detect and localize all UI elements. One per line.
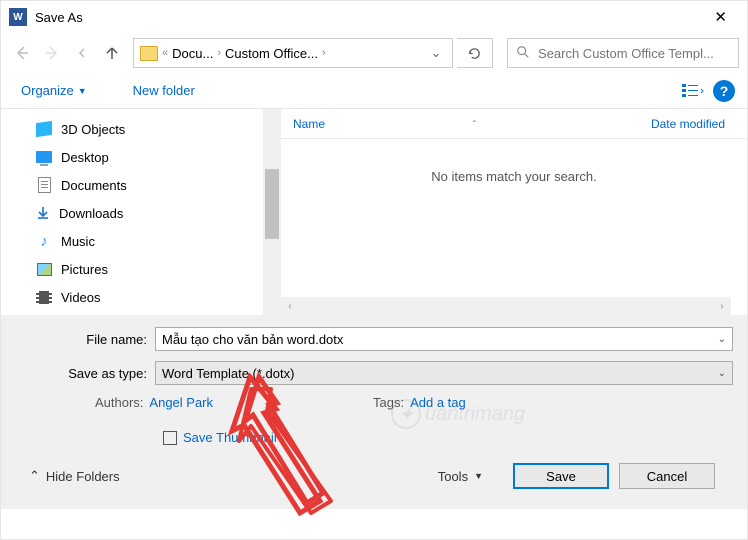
help-button[interactable]: ? (713, 80, 735, 102)
breadcrumb-part[interactable]: Custom Office... (225, 46, 318, 61)
view-options-button[interactable] (681, 79, 705, 103)
chevron-right-icon: › (217, 47, 221, 59)
folder-icon (140, 46, 158, 61)
column-header-date[interactable]: Date modified (651, 117, 735, 131)
save-button[interactable]: Save (513, 463, 609, 489)
folder-tree: 3D Objects Desktop Documents Downloads ♪… (1, 109, 281, 315)
breadcrumb[interactable]: « Docu... › Custom Office... › ⌄ (133, 38, 453, 68)
sort-indicator-icon: ⌃ (471, 119, 478, 128)
chevron-up-icon: ⌃ (29, 468, 40, 484)
search-input[interactable] (538, 46, 730, 61)
authors-label: Authors: (95, 395, 143, 410)
column-header-name[interactable]: Name ⌃ (293, 117, 651, 131)
sidebar-item-videos[interactable]: Videos (1, 283, 281, 311)
sidebar-item-desktop[interactable]: Desktop (1, 143, 281, 171)
new-folder-button[interactable]: New folder (125, 79, 203, 102)
chevron-down-icon[interactable]: ⌄ (718, 368, 726, 379)
chevron-left-icon: « (162, 47, 168, 59)
breadcrumb-dropdown[interactable]: ⌄ (426, 45, 446, 61)
new-folder-label: New folder (133, 83, 195, 98)
empty-state-text: No items match your search. (281, 139, 747, 184)
caret-down-icon: ▼ (474, 471, 483, 481)
savetype-select[interactable]: Word Template (*.dotx) ⌄ (155, 361, 733, 385)
filename-label: File name: (15, 332, 155, 347)
sidebar-item-downloads[interactable]: Downloads (1, 199, 281, 227)
word-app-icon: W (9, 8, 27, 26)
sidebar-item-pictures[interactable]: Pictures (1, 255, 281, 283)
cancel-button[interactable]: Cancel (619, 463, 715, 489)
dialog-title: Save As (35, 10, 83, 25)
sidebar-scrollbar[interactable] (263, 109, 281, 315)
caret-down-icon: ▼ (78, 86, 87, 96)
organize-label: Organize (21, 83, 74, 98)
nav-forward-button[interactable] (39, 40, 65, 66)
chevron-right-icon: › (322, 47, 326, 59)
save-thumbnail-label[interactable]: Save Thumbnail (183, 430, 277, 445)
nav-back-button[interactable] (9, 40, 35, 66)
sidebar-item-documents[interactable]: Documents (1, 171, 281, 199)
close-icon[interactable]: ✕ (702, 4, 739, 30)
scroll-right-icon[interactable]: › (713, 301, 731, 312)
filename-input[interactable]: Mẫu tạo cho văn bản word.dotx ⌄ (155, 327, 733, 351)
tags-value[interactable]: Add a tag (410, 395, 466, 410)
save-thumbnail-checkbox[interactable] (163, 431, 177, 445)
refresh-button[interactable] (457, 38, 493, 68)
sidebar-item-3dobjects[interactable]: 3D Objects (1, 115, 281, 143)
tools-menu[interactable]: Tools ▼ (438, 469, 483, 484)
breadcrumb-part[interactable]: Docu... (172, 46, 213, 61)
scroll-left-icon[interactable]: ‹ (281, 301, 299, 312)
search-icon (516, 45, 530, 62)
sidebar-item-music[interactable]: ♪Music (1, 227, 281, 255)
search-box[interactable] (507, 38, 739, 68)
authors-value[interactable]: Angel Park (149, 395, 213, 410)
hide-folders-button[interactable]: ⌃ Hide Folders (29, 468, 120, 484)
horizontal-scrollbar[interactable]: ‹ › (281, 297, 731, 315)
savetype-label: Save as type: (15, 366, 155, 381)
nav-recent-button[interactable] (69, 40, 95, 66)
tags-label: Tags: (373, 395, 404, 410)
chevron-down-icon[interactable]: ⌄ (718, 334, 726, 345)
organize-menu[interactable]: Organize ▼ (13, 79, 95, 102)
nav-up-button[interactable] (99, 40, 125, 66)
